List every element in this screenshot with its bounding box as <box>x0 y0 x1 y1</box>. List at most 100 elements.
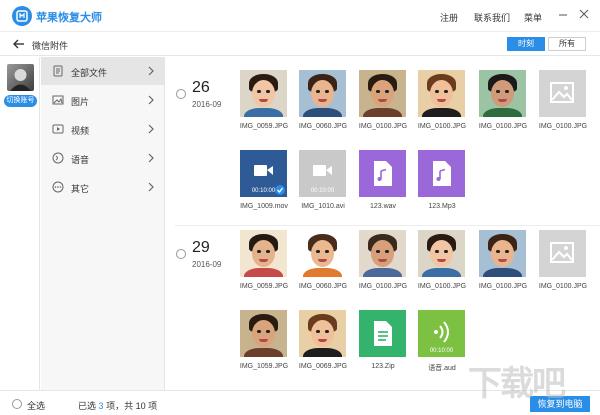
file-name: IMG_0060.JPG <box>298 283 348 290</box>
file-name: 语音.aud <box>428 365 456 372</box>
file-thumbnail[interactable] <box>359 150 406 197</box>
file-thumbnail[interactable]: 00:10:00 <box>418 310 465 357</box>
photo-face <box>430 240 453 267</box>
photo-face <box>311 240 334 267</box>
voice-icon <box>52 152 64 164</box>
music-file-icon <box>374 161 392 186</box>
media-duration: 00:10:00 <box>310 188 335 194</box>
file-name: IMG_0100.JPG <box>538 123 588 130</box>
sidebar-item-videos[interactable]: 视频 <box>41 115 165 143</box>
sidebar-item-label: 语音 <box>71 155 90 165</box>
file-thumbnail[interactable]: 00:10:00 <box>299 150 346 197</box>
photo-face <box>371 80 394 107</box>
file-thumbnail[interactable] <box>359 310 406 357</box>
sidebar-item-all-files[interactable]: 全部文件 <box>41 57 165 85</box>
photo-body <box>303 348 342 357</box>
menu-button[interactable]: 菜单 <box>524 11 542 24</box>
sidebar-item-label: 全部文件 <box>71 68 108 78</box>
file-name: IMG_0059.JPG <box>239 123 289 130</box>
file-thumbnail[interactable] <box>418 150 465 197</box>
file-thumbnail[interactable] <box>539 230 586 277</box>
photo-eye <box>316 90 320 93</box>
watermark: 下载吧 <box>468 365 566 403</box>
photo-body <box>422 268 461 277</box>
minimize-icon[interactable] <box>556 7 570 21</box>
file-thumbnail[interactable] <box>299 230 346 277</box>
photo-thumbnail <box>359 230 406 277</box>
photo-face <box>430 80 453 107</box>
app-logo-icon <box>12 6 32 26</box>
group-month: 2016-09 <box>192 260 222 269</box>
tab-time[interactable]: 时刻 <box>507 37 545 51</box>
photo-body <box>363 268 402 277</box>
photo-eye <box>257 250 261 253</box>
photo-face <box>371 240 394 267</box>
group-month: 2016-09 <box>192 100 222 109</box>
select-all-radio[interactable] <box>12 399 22 409</box>
file-thumbnail[interactable] <box>359 70 406 117</box>
photo-body <box>244 348 283 357</box>
photo-eye <box>266 250 270 253</box>
file-thumbnail[interactable] <box>479 70 526 117</box>
photo-thumbnail <box>299 230 346 277</box>
sidebar-item-other[interactable]: 其它 <box>41 173 165 201</box>
photo-thumbnail <box>479 230 526 277</box>
close-icon[interactable] <box>577 7 591 21</box>
photo-thumbnail <box>418 70 465 117</box>
switch-account-button[interactable]: 切换账号 <box>4 95 37 107</box>
group-day: 26 <box>192 79 210 96</box>
photo-eye <box>496 90 500 93</box>
photo-face <box>491 80 514 107</box>
file-thumbnail[interactable] <box>359 230 406 277</box>
photo-thumbnail <box>418 230 465 277</box>
file-thumbnail[interactable] <box>240 310 287 357</box>
photo-eye <box>325 90 329 93</box>
photo-eye <box>385 90 389 93</box>
sidebar-item-images[interactable]: 图片 <box>41 86 165 114</box>
file-name: IMG_0059.JPG <box>239 283 289 290</box>
avatar[interactable] <box>7 64 34 91</box>
account-panel: 切换账号 <box>0 57 40 390</box>
file-name: IMG_0100.JPG <box>358 123 408 130</box>
contact-link[interactable]: 联系我们 <box>474 11 510 24</box>
file-thumbnail[interactable]: 00:10:00 <box>240 150 287 197</box>
photo-eye <box>505 250 509 253</box>
file-name: IMG_0100.JPG <box>478 283 528 290</box>
file-thumbnail[interactable] <box>418 230 465 277</box>
sidebar-item-label: 其它 <box>71 184 90 194</box>
photo-face <box>311 80 334 107</box>
file-thumbnail[interactable] <box>479 230 526 277</box>
group-divider <box>175 225 600 226</box>
file-thumbnail[interactable] <box>299 70 346 117</box>
title-bar: 苹果恢复大师 注册 联系我们 菜单 <box>0 0 600 32</box>
tab-all[interactable]: 所有 <box>548 37 586 51</box>
file-thumbnail[interactable] <box>240 70 287 117</box>
file-thumbnail[interactable] <box>418 70 465 117</box>
sidebar-item-voice[interactable]: 语音 <box>41 144 165 172</box>
selection-count: 3 <box>98 401 104 411</box>
selection-prefix: 已选 <box>78 401 97 411</box>
file-name: 123.wav <box>369 203 397 210</box>
music-file-icon <box>433 161 451 186</box>
nav-bar: 微信附件 时刻 所有 <box>0 32 600 56</box>
photo-thumbnail <box>240 70 287 117</box>
photo-face <box>491 240 514 267</box>
image-icon <box>52 94 64 106</box>
back-arrow-icon[interactable] <box>12 37 26 51</box>
image-placeholder-icon <box>550 242 574 263</box>
register-link[interactable]: 注册 <box>440 11 458 24</box>
group-select-radio[interactable] <box>176 249 186 259</box>
app-title: 苹果恢复大师 <box>36 12 102 24</box>
photo-eye <box>316 250 320 253</box>
photo-eye <box>435 90 439 93</box>
select-all-label[interactable]: 全选 <box>27 399 45 412</box>
image-placeholder-icon <box>550 82 574 103</box>
file-thumbnail[interactable] <box>539 70 586 117</box>
photo-eye <box>444 90 448 93</box>
file-thumbnail[interactable] <box>299 310 346 357</box>
file-thumbnail[interactable] <box>240 230 287 277</box>
group-select-radio[interactable] <box>176 89 186 99</box>
file-name: IMG_0100.JPG <box>478 123 528 130</box>
video-icon <box>52 123 64 135</box>
chevron-right-icon <box>147 65 155 77</box>
